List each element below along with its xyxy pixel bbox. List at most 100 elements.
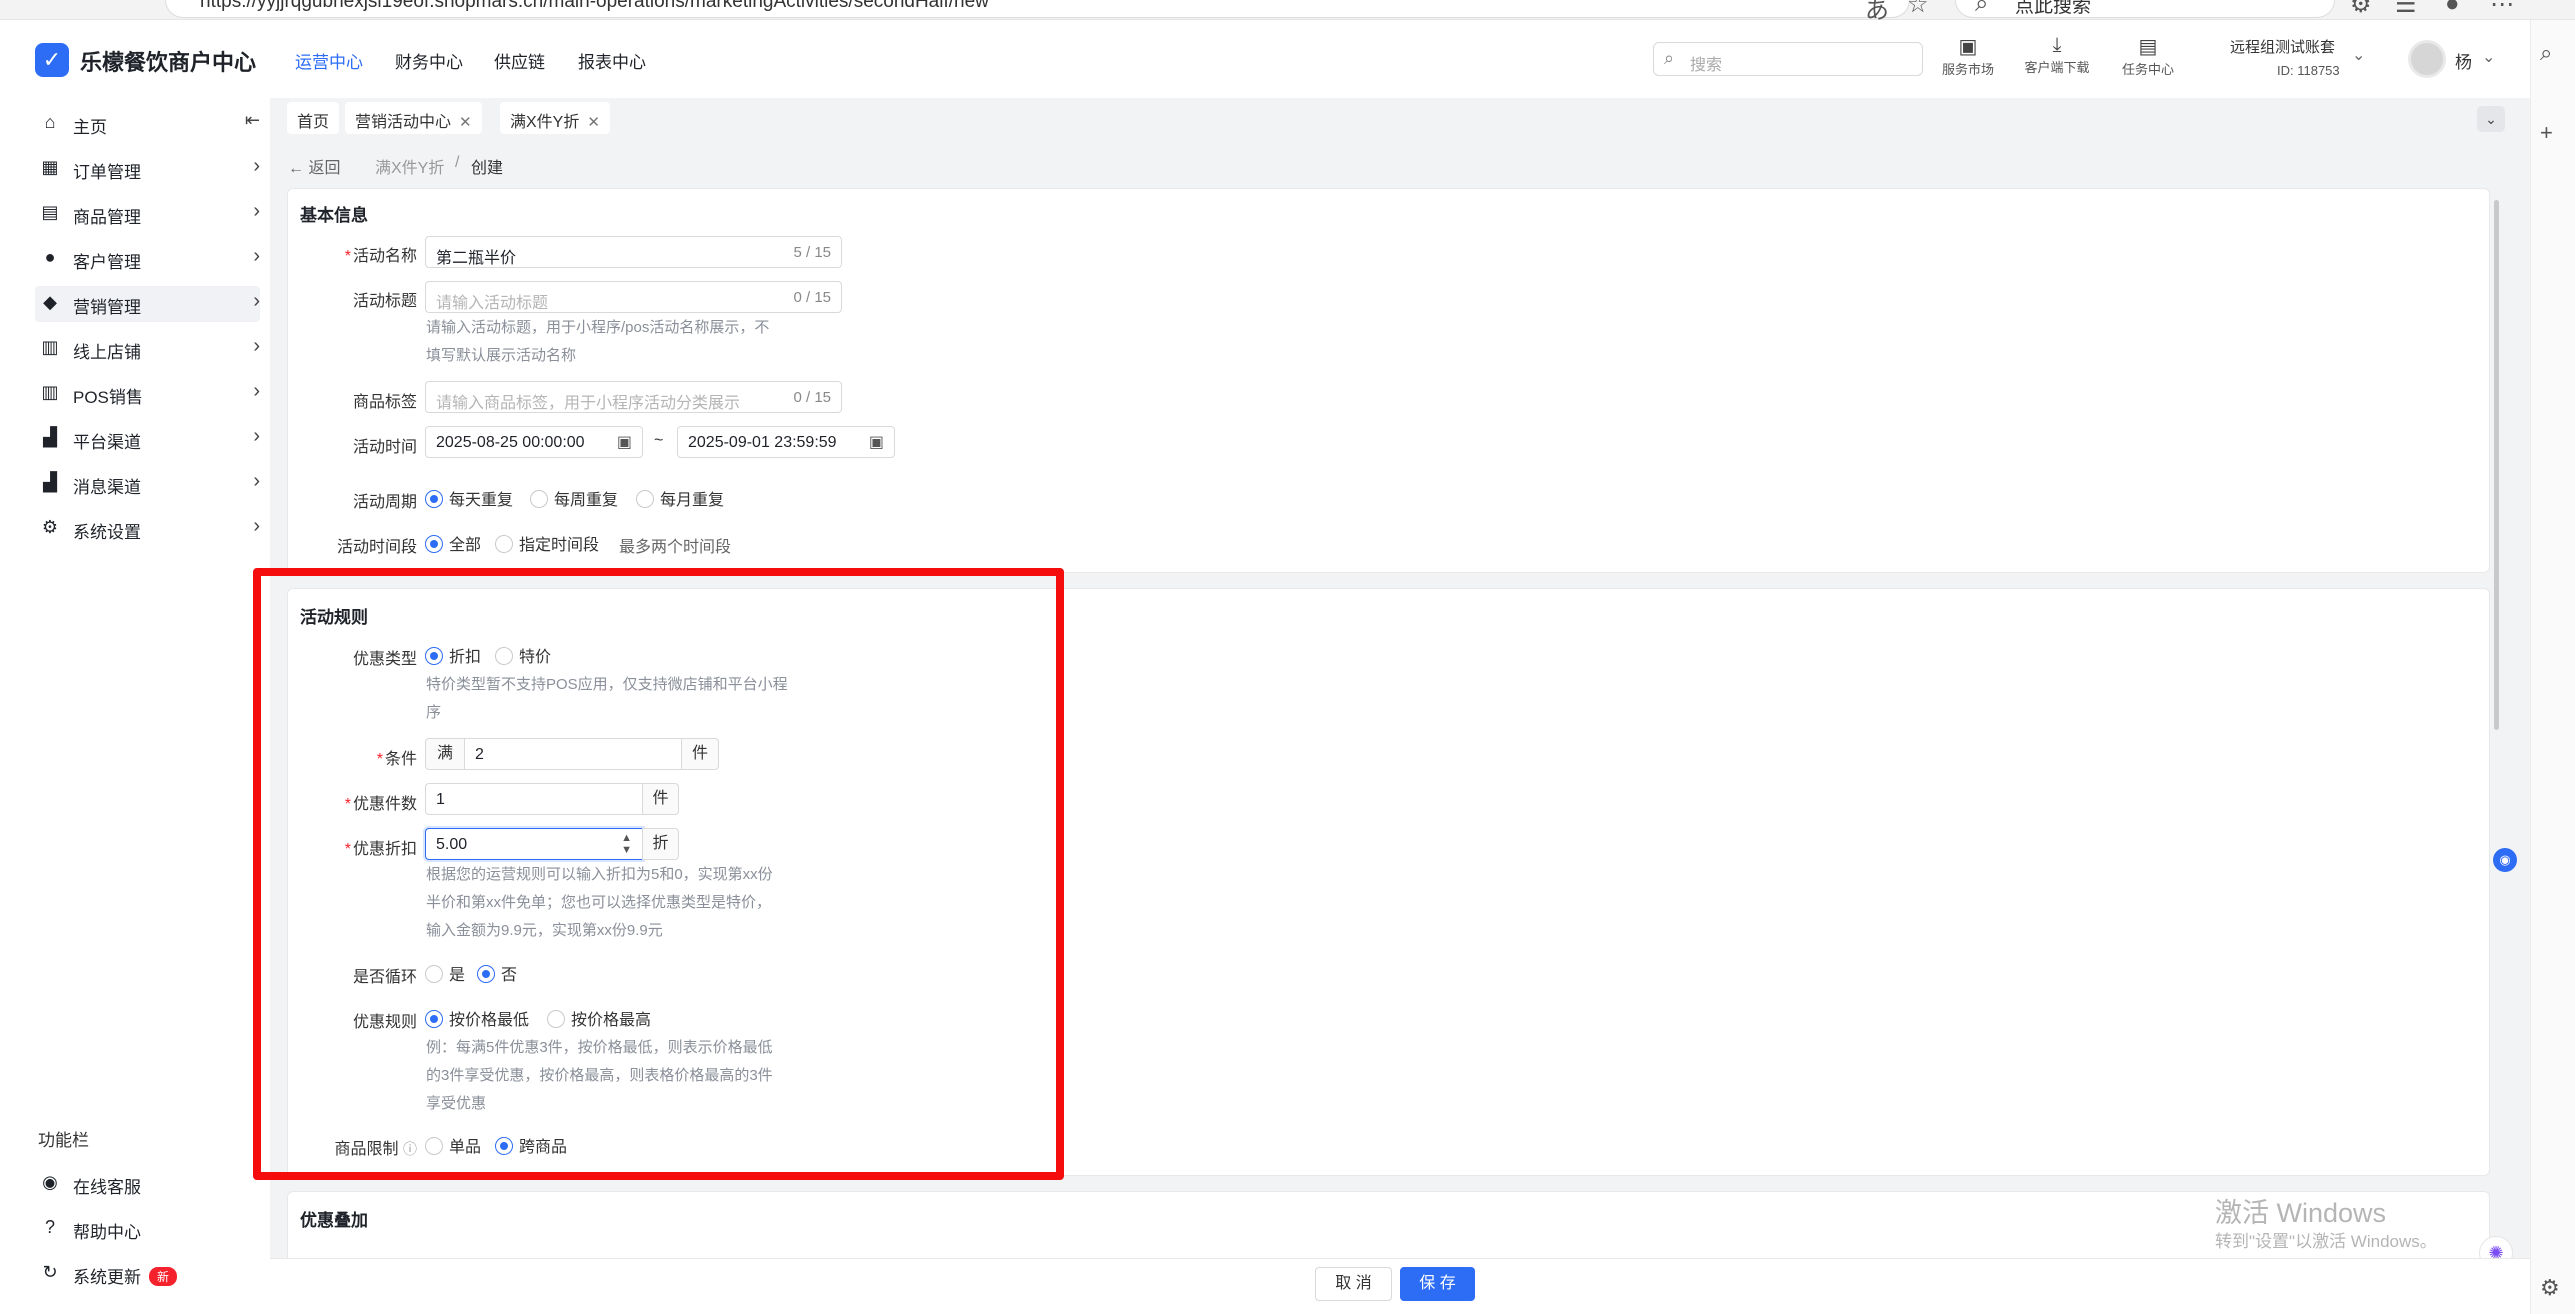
sidebar-item-orders[interactable]: ▦ 订单管理 › [35,151,260,187]
field-label: * 条件 [376,751,417,768]
discount-unit: 折 [642,828,679,860]
user-name[interactable]: 杨 [2455,48,2472,73]
radio-highest-price[interactable]: 按价格最高 [547,1006,652,1029]
assistant-float-button[interactable]: ◉ [2493,848,2517,872]
radio-label: 每周重复 [554,492,619,509]
radio-single-product[interactable]: 单品 [425,1133,482,1156]
sidebar-item-marketing[interactable]: ◆ 营销管理 › [35,286,260,322]
sidebar-item-label: 营销管理 [73,298,141,317]
radio-specific-period[interactable]: 指定时间段 [495,531,599,554]
condition-input[interactable]: 2 [464,738,682,770]
sidebar-item-updates[interactable]: ↻ 系统更新新 [35,1256,260,1292]
download-icon: ⤓ [2052,34,2062,56]
cancel-button[interactable]: 取 消 [1315,1267,1392,1301]
collapse-sidebar-icon[interactable]: ⇤ [245,110,260,131]
nav-supply-chain[interactable]: 供应链 [494,48,545,73]
sidebar-item-platform-channels[interactable]: ▟ 平台渠道 › [35,421,260,457]
radio-loop-no[interactable]: 否 [477,961,517,984]
bank-icon: ▟ [43,472,57,492]
sidebar-item-customers[interactable]: ● 客户管理 › [35,241,260,277]
radio-lowest-price[interactable]: 按价格最低 [425,1006,529,1029]
radio-label: 单品 [449,1139,482,1156]
stepper-arrows-icon[interactable]: ▲ ▼ [621,832,632,856]
chevron-right-icon: › [253,155,260,177]
discount-rate-input[interactable]: 5.00 ▲ ▼ [425,828,643,860]
favorites-icon[interactable]: ☰ [2395,0,2417,19]
more-icon[interactable]: ⋯ [2490,0,2514,19]
activity-title-input[interactable]: 请输入活动标题 0 / 15 [425,281,842,313]
radio-loop-yes[interactable]: 是 [425,961,466,984]
radio-label: 按价格最高 [571,1012,652,1029]
radio-icon [495,535,513,553]
browser-search-box[interactable] [1955,0,2335,18]
profile-icon[interactable]: ● [2445,0,2460,18]
radio-daily[interactable]: 每天重复 [425,486,513,509]
radio-icon [495,647,513,665]
field-label: 商品标签 [352,394,417,411]
radio-label: 是 [449,967,466,984]
nav-operations[interactable]: 运营中心 [295,48,363,73]
sidebar-item-help[interactable]: ? 帮助中心 [35,1211,260,1247]
search-icon: ⌕ [1664,48,1675,68]
breadcrumb-parent[interactable]: 满X件Y折 [375,154,444,178]
tab-home[interactable]: 首页 [287,102,340,134]
nav-reports[interactable]: 报表中心 [578,48,646,73]
sidebar-item-settings[interactable]: ⚙ 系统设置 › [35,511,260,547]
radio-label: 每月重复 [660,492,725,509]
url-text[interactable]: https://yyjjrqgubnexjsi19eof.shopmars.cn… [200,0,989,13]
tab-buy-x-get-y-off[interactable]: 满X件Y折 ✕ [500,102,610,134]
radio-weekly[interactable]: 每周重复 [530,486,619,509]
browser-search-text[interactable]: 点此搜索 [2015,0,2091,18]
radio-all-periods[interactable]: 全部 [425,531,481,554]
sidebar-item-pos[interactable]: ▥ POS销售 › [35,376,260,412]
app-search-input[interactable]: ⌕ 搜索 [1653,42,1923,76]
avatar[interactable] [2408,40,2446,78]
tab-marketing-center[interactable]: 营销活动中心 ✕ [345,102,482,134]
field-label: 活动时间 [352,439,417,456]
input-placeholder: 请输入商品标签，用于小程序活动分类展示 [436,395,741,412]
radio-special-price[interactable]: 特价 [495,643,551,666]
star-icon[interactable]: ☆ [1907,0,1929,19]
search-icon[interactable]: ⌕ [2540,40,2552,66]
condition-unit: 件 [681,738,719,770]
radio-icon [636,490,654,508]
close-icon[interactable]: ✕ [459,114,472,131]
task-center-button[interactable]: ▤ 任务中心 [2108,34,2188,78]
section-title: 基本信息 [300,206,368,225]
help-text: 根据您的运营规则可以输入折扣为5和0，实现第xx份 [426,866,773,883]
refresh-icon: ↻ [42,1262,58,1282]
save-button[interactable]: 保 存 [1400,1267,1475,1301]
product-tag-input[interactable]: 请输入商品标签，用于小程序活动分类展示 0 / 15 [425,381,842,413]
client-download-button[interactable]: ⤓ 客户端下载 [2017,34,2097,76]
sidebar-item-online-store[interactable]: ▥ 线上店铺 › [35,331,260,367]
start-time-picker[interactable]: 2025-08-25 00:00:00 ▣ [425,426,643,458]
content-scrollbar[interactable] [2494,200,2499,730]
sidebar-item-products[interactable]: ▤ 商品管理 › [35,196,260,232]
chevron-down-icon[interactable]: ⌄ [2482,47,2495,67]
radio-discount[interactable]: 折扣 [425,643,481,666]
sidebar-item-message-channels[interactable]: ▟ 消息渠道 › [35,466,260,502]
account-name[interactable]: 远程组测试账套 [2230,36,2335,57]
tabs-more-button[interactable]: ⌄ [2477,106,2505,132]
end-time-picker[interactable]: 2025-09-01 23:59:59 ▣ [677,426,895,458]
activity-name-input[interactable]: 第二瓶半价 5 / 15 [425,236,842,268]
sidebar-item-online-support[interactable]: ◉ 在线客服 [35,1166,260,1202]
discount-qty-input[interactable]: 1 [425,783,643,815]
radio-cross-product[interactable]: 跨商品 [495,1133,567,1156]
chevron-down-icon[interactable]: ⌄ [2352,45,2365,65]
gear-icon: ⚙ [41,517,59,537]
radio-icon [530,490,548,508]
extensions-icon[interactable]: ⚙ [2350,0,2372,19]
help-icon: ? [44,1217,55,1237]
help-circle-icon[interactable]: ⓘ [403,1141,417,1157]
sidebar-item-home[interactable]: ⌂ 主页 ⇤ [35,106,260,142]
gear-icon[interactable]: ⚙ [2540,1275,2560,1301]
feature-bar-title: 功能栏 [38,1131,89,1150]
plus-icon[interactable]: + [2540,120,2553,146]
service-market-button[interactable]: ▣ 服务市场 [1928,34,2008,78]
radio-monthly[interactable]: 每月重复 [636,486,725,509]
nav-finance[interactable]: 财务中心 [395,48,463,73]
back-link[interactable]: ← 返回 [288,154,340,178]
close-icon[interactable]: ✕ [587,114,600,131]
sidebar-item-label: 在线客服 [73,1178,141,1197]
